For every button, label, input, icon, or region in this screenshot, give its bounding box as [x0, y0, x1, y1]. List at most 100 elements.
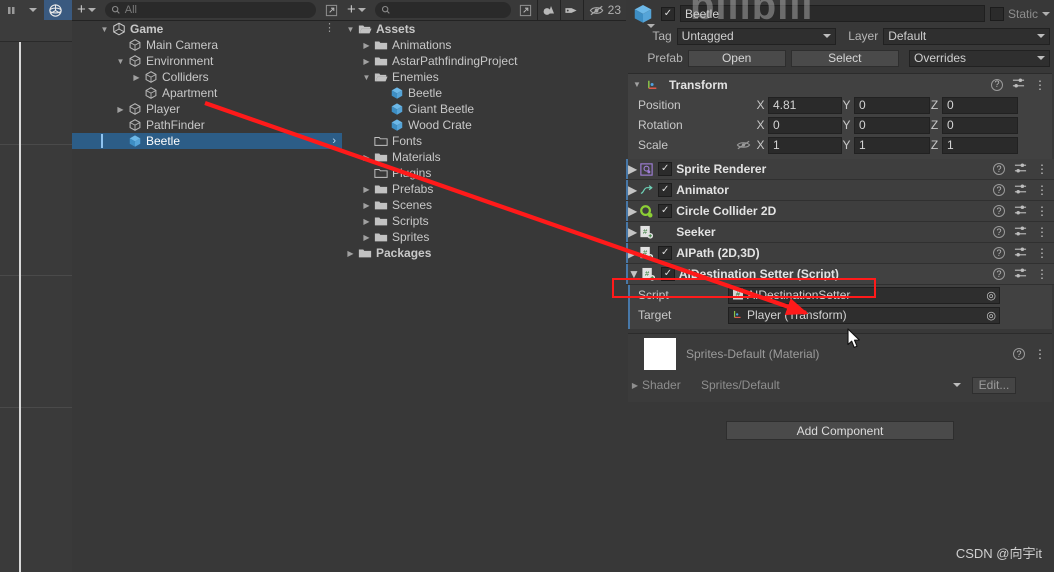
transform-rotation-y-input[interactable]: 0 [854, 116, 930, 134]
help-icon[interactable]: ? [993, 163, 1005, 175]
scene-view-canvas[interactable] [0, 42, 72, 572]
target-object-field[interactable]: Player (Transform) ◎ [728, 306, 1000, 324]
disclosure-triangle-closed-icon[interactable] [114, 105, 127, 114]
hierarchy-item[interactable]: Main Camera [72, 37, 342, 53]
transform-scale-y-input[interactable]: 1 [854, 136, 930, 154]
project-item[interactable]: Scenes [342, 197, 626, 213]
hierarchy-item[interactable]: Beetle › [72, 133, 342, 149]
kebab-menu-icon[interactable]: ⋮ [1036, 246, 1048, 260]
preset-icon[interactable] [1014, 267, 1027, 282]
gameobject-active-checkbox[interactable]: ✓ [661, 6, 675, 21]
transform-rotation-x-input[interactable]: 0 [768, 116, 842, 134]
kebab-menu-icon[interactable]: ⋮ [324, 23, 335, 34]
help-icon[interactable]: ? [993, 205, 1005, 217]
transform-position-x-input[interactable]: 4.81 [768, 96, 842, 114]
disclosure-triangle-closed-icon[interactable]: ▶ [628, 381, 642, 390]
preset-icon[interactable] [1014, 183, 1027, 198]
prefab-overrides-dropdown[interactable]: Overrides [909, 49, 1050, 67]
object-picker-icon[interactable]: ◎ [986, 309, 996, 322]
kebab-menu-icon[interactable]: ⋮ [1036, 204, 1048, 218]
preset-icon[interactable] [1012, 77, 1025, 92]
shader-edit-button[interactable]: Edit... [972, 376, 1016, 394]
static-checkbox[interactable] [989, 6, 1004, 21]
disclosure-triangle-closed-icon[interactable] [360, 185, 373, 194]
disclosure-triangle-open-icon[interactable] [98, 25, 111, 34]
disclosure-triangle-closed-icon[interactable] [130, 73, 143, 82]
pause-icon[interactable] [0, 0, 22, 20]
project-item[interactable]: Wood Crate [342, 117, 626, 133]
gameobject-name-input[interactable]: Beetle [680, 5, 985, 22]
object-picker-icon[interactable]: ◎ [986, 289, 996, 302]
disclosure-triangle-closed-icon[interactable] [344, 249, 357, 258]
prefab-select-button[interactable]: Select [790, 49, 900, 67]
orbit-gizmo-icon[interactable] [44, 0, 66, 20]
pause-dropdown-caret[interactable] [22, 0, 44, 20]
component-header[interactable]: ▶ # ✓ AIPath (2D,3D)? ⋮ [626, 243, 1054, 264]
lighting-icon[interactable] [538, 0, 560, 20]
kebab-menu-icon[interactable]: ⋮ [1036, 162, 1048, 176]
disclosure-triangle-open-icon[interactable] [360, 73, 373, 82]
transform-rotation-z-input[interactable]: 0 [942, 116, 1018, 134]
help-icon[interactable]: ? [993, 184, 1005, 196]
project-item[interactable]: Packages [342, 245, 626, 261]
project-item[interactable]: Prefabs [342, 181, 626, 197]
hierarchy-item[interactable]: Player [72, 101, 342, 117]
component-enabled-checkbox[interactable]: ✓ [658, 162, 673, 176]
project-tree[interactable]: Assets Animations AstarPathfindingProject E… [342, 21, 626, 572]
kebab-menu-icon[interactable]: ⋮ [1034, 78, 1046, 92]
transform-position-y-input[interactable]: 0 [854, 96, 930, 114]
component-header[interactable]: ▼ # ✓ AIDestination Setter (Script)? ⋮ [626, 264, 1054, 285]
disclosure-triangle-open-icon[interactable] [114, 57, 127, 66]
disclosure-triangle-closed-icon[interactable] [360, 217, 373, 226]
kebab-menu-icon[interactable]: ⋮ [1036, 225, 1048, 239]
project-item[interactable]: Scripts [342, 213, 626, 229]
component-header[interactable]: ▶ ✓ Circle Collider 2D? ⋮ [626, 201, 1054, 222]
component-enabled-checkbox[interactable]: ✓ [658, 204, 673, 218]
disclosure-triangle-closed-icon[interactable] [360, 201, 373, 210]
project-search-input[interactable] [374, 2, 511, 18]
component-header[interactable]: ▶ ✓ Animator? ⋮ [626, 180, 1054, 201]
hierarchy-item[interactable]: PathFinder [72, 117, 342, 133]
project-item[interactable]: Giant Beetle [342, 101, 626, 117]
component-enabled-checkbox[interactable]: ✓ [658, 246, 673, 260]
component-enabled-checkbox[interactable]: ✓ [660, 267, 675, 281]
hierarchy-search-input[interactable]: All [104, 2, 316, 18]
disclosure-triangle-closed-icon[interactable] [360, 57, 373, 66]
project-item[interactable]: Assets [342, 21, 626, 37]
help-icon[interactable]: ? [991, 78, 1003, 91]
expand-window-icon[interactable] [320, 0, 342, 20]
component-header[interactable]: ▶ # Seeker? ⋮ [626, 222, 1054, 243]
disclosure-triangle-closed-icon[interactable]: ▶ [628, 204, 637, 218]
disclosure-triangle-closed-icon[interactable] [360, 41, 373, 50]
preset-icon[interactable] [1014, 204, 1027, 219]
project-item[interactable]: Fonts [342, 133, 626, 149]
project-item[interactable]: Materials [342, 149, 626, 165]
disclosure-triangle-closed-icon[interactable]: ▶ [628, 162, 637, 176]
disclosure-triangle-closed-icon[interactable] [360, 153, 373, 162]
disclosure-triangle-closed-icon[interactable] [360, 233, 373, 242]
chevron-down-icon[interactable] [647, 23, 655, 28]
add-component-button[interactable]: Add Component [726, 421, 954, 440]
shader-dropdown[interactable]: Sprites/Default [696, 376, 966, 394]
hierarchy-create-button[interactable]: + [72, 2, 101, 17]
help-icon[interactable]: ? [1013, 348, 1025, 360]
disclosure-triangle-closed-icon[interactable]: ▶ [628, 225, 637, 239]
disclosure-triangle-open-icon[interactable]: ▼ [628, 267, 640, 281]
component-header[interactable]: ▶ ✓ Sprite Renderer? ⋮ [626, 159, 1054, 180]
preset-icon[interactable] [1014, 246, 1027, 261]
constrain-proportions-off-icon[interactable] [728, 139, 756, 151]
static-toggle-group[interactable]: Static [989, 6, 1050, 21]
disclosure-triangle-open-icon[interactable]: ▼ [630, 80, 644, 89]
preset-icon[interactable] [1014, 162, 1027, 177]
hierarchy-item[interactable]: Colliders [72, 69, 342, 85]
transform-scale-x-input[interactable]: 1 [768, 136, 842, 154]
kebab-menu-icon[interactable]: ⋮ [1036, 183, 1048, 197]
kebab-menu-icon[interactable]: ⋮ [1036, 267, 1048, 281]
chevron-right-icon[interactable]: › [332, 135, 336, 147]
preset-icon[interactable] [1014, 225, 1027, 240]
project-item[interactable]: Sprites [342, 229, 626, 245]
project-item[interactable]: AstarPathfindingProject [342, 53, 626, 69]
hierarchy-item[interactable]: Game ⋮ [72, 21, 342, 37]
help-icon[interactable]: ? [993, 268, 1005, 280]
component-enabled-checkbox[interactable]: ✓ [658, 183, 673, 197]
